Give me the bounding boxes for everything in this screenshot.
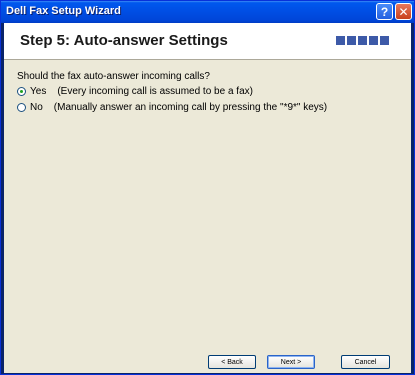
help-icon: ? [380,4,389,19]
radio-yes-label[interactable]: Yes [30,86,46,97]
back-button[interactable]: < Back [208,355,256,369]
radio-option-yes[interactable]: Yes (Every incoming call is assumed to b… [17,84,253,98]
progress-segment [369,36,378,45]
wizard-window: Dell Fax Setup Wizard ? ✕ Step 5: Auto-a… [0,0,415,375]
wizard-body: Step 5: Auto-answer Settings Should the … [4,23,411,373]
progress-segment [380,36,389,45]
next-button[interactable]: Next > [267,355,315,369]
cancel-button[interactable]: Cancel [341,355,390,369]
radio-yes-icon[interactable] [17,86,26,96]
progress-segment [347,36,356,45]
progress-segment [336,36,345,45]
radio-yes-description: (Every incoming call is assumed to be a … [57,85,253,97]
help-button[interactable]: ? [376,3,393,20]
window-title: Dell Fax Setup Wizard [6,5,121,17]
progress-segment [358,36,367,45]
step-title: Step 5: Auto-answer Settings [20,32,228,49]
auto-answer-question: Should the fax auto-answer incoming call… [17,71,210,82]
radio-option-no[interactable]: No (Manually answer an incoming call by … [17,100,327,114]
close-button[interactable]: ✕ [395,3,412,20]
wizard-header: Step 5: Auto-answer Settings [4,23,411,60]
radio-no-icon[interactable] [17,102,26,112]
radio-no-description: (Manually answer an incoming call by pre… [53,101,328,113]
step-progress-indicator [336,36,389,45]
title-bar[interactable]: Dell Fax Setup Wizard ? ✕ [1,1,414,23]
radio-no-label[interactable]: No [30,102,43,113]
close-icon: ✕ [398,4,409,19]
